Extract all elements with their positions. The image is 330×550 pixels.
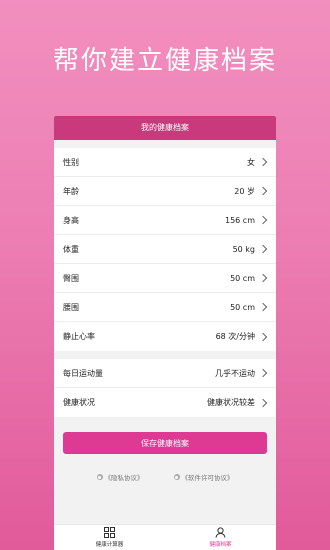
row-daily-exercise[interactable]: 每日运动量 几乎不运动 (54, 359, 276, 388)
profile-group: 性别 女 年龄 20 岁 身高 156 cm 体重 50 kg 臀围 50 cm… (54, 148, 276, 351)
grid-icon (104, 527, 115, 538)
radio-icon (173, 474, 180, 480)
hero-title: 帮你建立健康档案 (52, 46, 277, 76)
radio-icon (96, 474, 103, 480)
row-label: 腰围 (63, 302, 79, 312)
row-value: 50 cm (230, 273, 255, 283)
chevron-right-icon (258, 186, 268, 196)
privacy-link-label: 《隐私协议》 (104, 474, 144, 482)
chevron-right-icon (258, 244, 268, 254)
tab-label: 健康档案 (209, 542, 232, 548)
row-hip[interactable]: 臀围 50 cm (54, 264, 276, 293)
chevron-right-icon (258, 215, 268, 225)
page-title: 我的健康档案 (54, 116, 276, 140)
row-label: 年龄 (63, 186, 79, 196)
tab-bar: 健康计算器 健康档案 (54, 524, 276, 550)
chevron-right-icon (258, 302, 268, 312)
privacy-link[interactable]: 《隐私协议》 (96, 472, 144, 482)
chevron-right-icon (258, 368, 268, 378)
row-label: 健康状况 (63, 398, 95, 407)
row-label: 静止心率 (63, 332, 95, 341)
agreement-links: 《隐私协议》 《软件许可协议》 (54, 472, 276, 482)
lifestyle-group: 每日运动量 几乎不运动 健康状况 健康状况较差 (54, 359, 276, 417)
row-value: 156 cm (224, 215, 255, 225)
row-label: 体重 (63, 244, 79, 254)
row-value: 健康状况较差 (207, 398, 255, 407)
chevron-right-icon (258, 332, 268, 341)
row-value: 68 次/分钟 (215, 332, 255, 341)
user-icon (215, 527, 226, 538)
row-health-status[interactable]: 健康状况 健康状况较差 (54, 388, 276, 417)
tab-health-profile[interactable]: 健康档案 (165, 525, 276, 550)
row-label: 性别 (63, 157, 79, 167)
row-value: 几乎不运动 (215, 368, 255, 378)
row-value: 女 (247, 157, 255, 167)
row-value: 50 cm (230, 302, 255, 312)
row-value: 20 岁 (234, 186, 255, 196)
row-label: 每日运动量 (63, 368, 103, 378)
chevron-right-icon (258, 398, 268, 407)
row-waist[interactable]: 腰围 50 cm (54, 293, 276, 322)
row-label: 臀围 (63, 273, 79, 283)
chevron-right-icon (258, 157, 268, 167)
row-weight[interactable]: 体重 50 kg (54, 235, 276, 264)
license-link-label: 《软件许可协议》 (181, 474, 234, 482)
tab-label: 健康计算器 (95, 542, 124, 548)
row-gender[interactable]: 性别 女 (54, 148, 276, 177)
phone-screen: 我的健康档案 性别 女 年龄 20 岁 身高 156 cm 体重 50 kg 臀… (54, 116, 276, 550)
tab-calculator[interactable]: 健康计算器 (54, 525, 165, 550)
row-height[interactable]: 身高 156 cm (54, 206, 276, 235)
save-button[interactable]: 保存健康档案 (63, 432, 267, 454)
row-age[interactable]: 年龄 20 岁 (54, 177, 276, 206)
chevron-right-icon (258, 273, 268, 283)
row-resting-heart-rate[interactable]: 静止心率 68 次/分钟 (54, 322, 276, 351)
row-label: 身高 (63, 215, 79, 225)
license-link[interactable]: 《软件许可协议》 (173, 472, 234, 482)
row-value: 50 kg (232, 244, 255, 254)
